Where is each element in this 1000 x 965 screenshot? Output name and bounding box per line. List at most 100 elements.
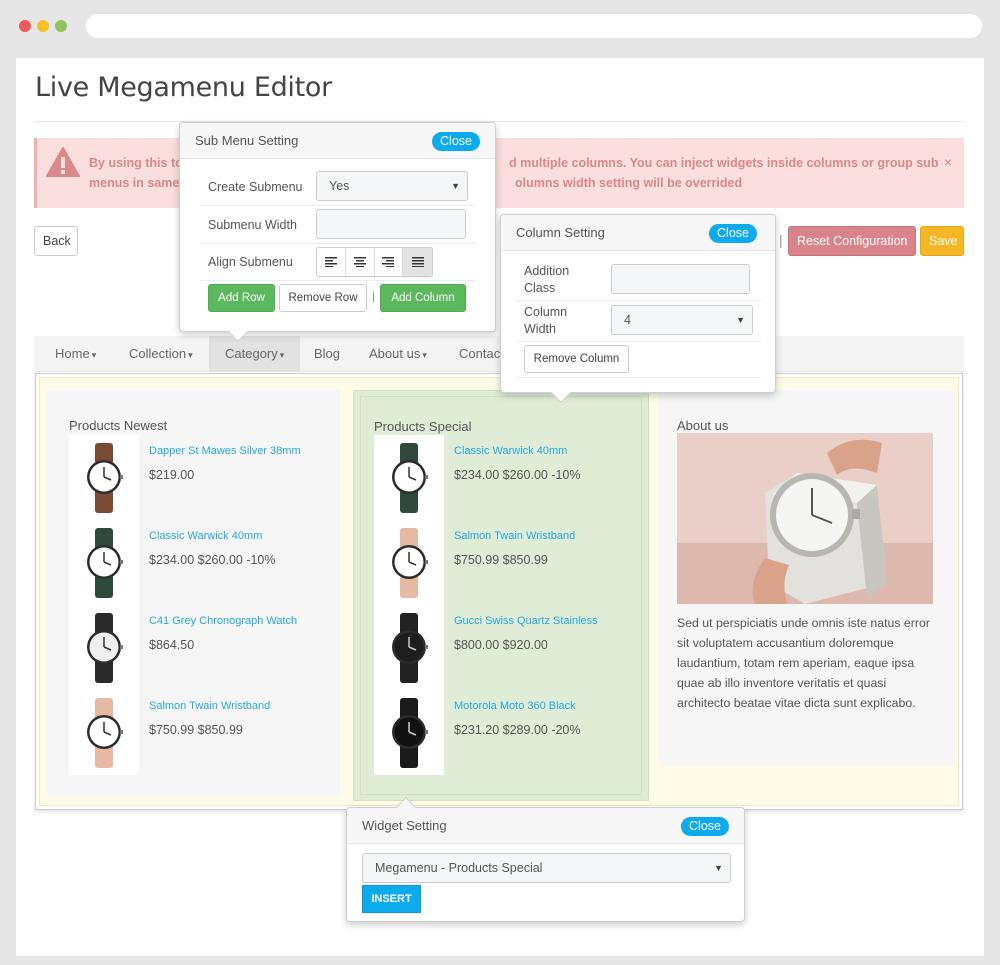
nav-item-home[interactable]: Home ▾ <box>39 336 112 372</box>
chevron-down-icon: ▼ <box>451 181 460 191</box>
chevron-down-icon: ▼ <box>714 863 723 873</box>
product-name-link[interactable]: C41 Grey Chronograph Watch <box>149 615 297 627</box>
menu-column-about[interactable]: About us Sed ut perspiciatis unde omnis … <box>659 390 955 765</box>
remove-row-button[interactable]: Remove Row <box>279 284 367 312</box>
align-justify-button[interactable] <box>403 248 432 276</box>
alert-text-line1-right: d multiple columns. You can inject widge… <box>509 156 939 170</box>
nav-item-label: Category <box>225 346 278 361</box>
nav-item-collection[interactable]: Collection ▾ <box>113 336 209 372</box>
submenu-width-label: Submenu Width <box>208 218 297 232</box>
product-name-link[interactable]: Dapper St Mawes Silver 38mm <box>149 445 301 457</box>
product-item[interactable]: Dapper St Mawes Silver 38mm $219.00 <box>69 435 329 520</box>
create-submenu-select[interactable]: Yes ▼ <box>316 171 468 201</box>
window-maximize-dot[interactable] <box>55 20 67 32</box>
watch-photo <box>677 433 933 604</box>
nav-item-category[interactable]: Category ▾ <box>209 336 301 372</box>
align-right-button[interactable] <box>375 248 404 276</box>
alert-close-icon[interactable]: × <box>944 154 952 170</box>
close-button[interactable]: Close <box>681 817 729 836</box>
remove-column-button[interactable]: Remove Column <box>524 345 629 373</box>
nav-item-about-us[interactable]: About us ▾ <box>353 336 443 372</box>
label-line: Column <box>524 305 568 319</box>
chevron-down-icon: ▾ <box>91 350 97 360</box>
row-divider <box>200 280 476 281</box>
product-image[interactable] <box>69 690 139 775</box>
product-name-link[interactable]: Salmon Twain Wristband <box>149 700 270 712</box>
align-right-icon <box>382 257 395 267</box>
chevron-down-icon: ▼ <box>736 315 745 325</box>
watch-thumbnail-icon <box>87 698 123 768</box>
widget-select[interactable]: Megamenu - Products Special ▼ <box>362 853 731 883</box>
product-price: $750.99 $850.99 <box>149 723 243 737</box>
align-left-button[interactable] <box>317 248 346 276</box>
product-name-link[interactable]: Classic Warwick 40mm <box>454 445 567 457</box>
select-value: Yes <box>329 179 350 193</box>
product-item[interactable]: Classic Warwick 40mm $234.00 $260.00 -10… <box>374 435 634 520</box>
close-button[interactable]: Close <box>432 132 480 151</box>
product-item[interactable]: Salmon Twain Wristband $750.99 $850.99 <box>69 690 329 775</box>
row-divider <box>200 243 476 244</box>
add-row-button[interactable]: Add Row <box>208 284 275 312</box>
product-price: $234.00 $260.00 -10% <box>454 468 581 482</box>
megamenu-row[interactable]: Products Newest Dapper St Mawes Silver 3… <box>39 377 959 806</box>
row-divider <box>516 377 761 378</box>
product-name-link[interactable]: Classic Warwick 40mm <box>149 530 262 542</box>
product-name-link[interactable]: Gucci Swiss Quartz Stainless <box>454 615 598 627</box>
menu-column-special-selected[interactable]: Products Special Classic Warwick 40mm $2… <box>353 390 649 801</box>
addition-class-label: Addition Class <box>524 263 569 297</box>
product-item[interactable]: Classic Warwick 40mm $234.00 $260.00 -10… <box>69 520 329 605</box>
select-value: Megamenu - Products Special <box>375 861 543 875</box>
nav-item-label: Contact <box>459 346 504 361</box>
warning-alert: By using this to d multiple columns. You… <box>34 138 964 208</box>
product-image[interactable] <box>374 520 444 605</box>
save-button[interactable]: Save <box>920 226 964 256</box>
product-item[interactable]: Motorola Moto 360 Black $231.20 $289.00 … <box>374 690 634 775</box>
watch-thumbnail-icon <box>87 613 123 683</box>
popup-title: Widget Setting <box>362 818 447 833</box>
alert-text-line2-left: menus in same <box>89 176 180 190</box>
widget-setting-popup: Widget Setting Close Megamenu - Products… <box>346 797 745 922</box>
align-submenu-label: Align Submenu <box>208 255 293 269</box>
addition-class-input[interactable] <box>611 264 750 294</box>
product-image[interactable] <box>374 690 444 775</box>
menu-navbar: Home ▾ Collection ▾ Category ▾ Blog About u… <box>34 336 964 372</box>
product-image[interactable] <box>69 520 139 605</box>
product-item[interactable]: C41 Grey Chronograph Watch $864.50 <box>69 605 329 690</box>
window-close-dot[interactable] <box>19 20 31 32</box>
insert-button[interactable]: INSERT <box>362 885 421 913</box>
product-image[interactable] <box>69 605 139 690</box>
nav-item-label: Collection <box>129 346 187 361</box>
product-image[interactable] <box>374 435 444 520</box>
reset-configuration-button[interactable]: Reset Configuration <box>788 226 916 256</box>
product-price: $231.20 $289.00 -20% <box>454 723 581 737</box>
row-divider <box>516 300 761 301</box>
product-item[interactable]: Gucci Swiss Quartz Stainless $800.00 $92… <box>374 605 634 690</box>
close-button[interactable]: Close <box>709 224 757 243</box>
column-title: About us <box>677 418 729 433</box>
align-center-button[interactable] <box>346 248 375 276</box>
nav-item-label: Home <box>55 346 90 361</box>
align-justify-icon <box>411 257 424 267</box>
product-image[interactable] <box>374 605 444 690</box>
row-divider <box>516 341 761 342</box>
column-title: Products Special <box>374 419 472 434</box>
popup-header: Column Setting Close <box>501 215 775 251</box>
back-button[interactable]: Back <box>34 226 78 256</box>
product-name-link[interactable]: Salmon Twain Wristband <box>454 530 575 542</box>
add-column-button[interactable]: Add Column <box>380 284 466 312</box>
product-item[interactable]: Salmon Twain Wristband $750.99 $850.99 <box>374 520 634 605</box>
product-image[interactable] <box>69 435 139 520</box>
menu-column-newest[interactable]: Products Newest Dapper St Mawes Silver 3… <box>47 390 340 796</box>
button-separator: | <box>372 289 376 303</box>
nav-item-blog[interactable]: Blog <box>298 336 356 372</box>
product-name-link[interactable]: Motorola Moto 360 Black <box>454 700 576 712</box>
select-value: 4 <box>624 313 631 327</box>
alert-text-line2-right: olumns width setting will be overrided <box>515 176 743 190</box>
address-bar[interactable] <box>86 14 982 38</box>
submenu-width-input[interactable] <box>316 209 466 239</box>
watch-thumbnail-icon <box>87 443 123 513</box>
submenu-setting-popup: Sub Menu Setting Close Create Submenu Ye… <box>179 122 496 342</box>
about-description: Sed ut perspiciatis unde omnis iste natu… <box>677 616 930 710</box>
column-width-select[interactable]: 4 ▼ <box>611 305 753 335</box>
window-minimize-dot[interactable] <box>37 20 49 32</box>
